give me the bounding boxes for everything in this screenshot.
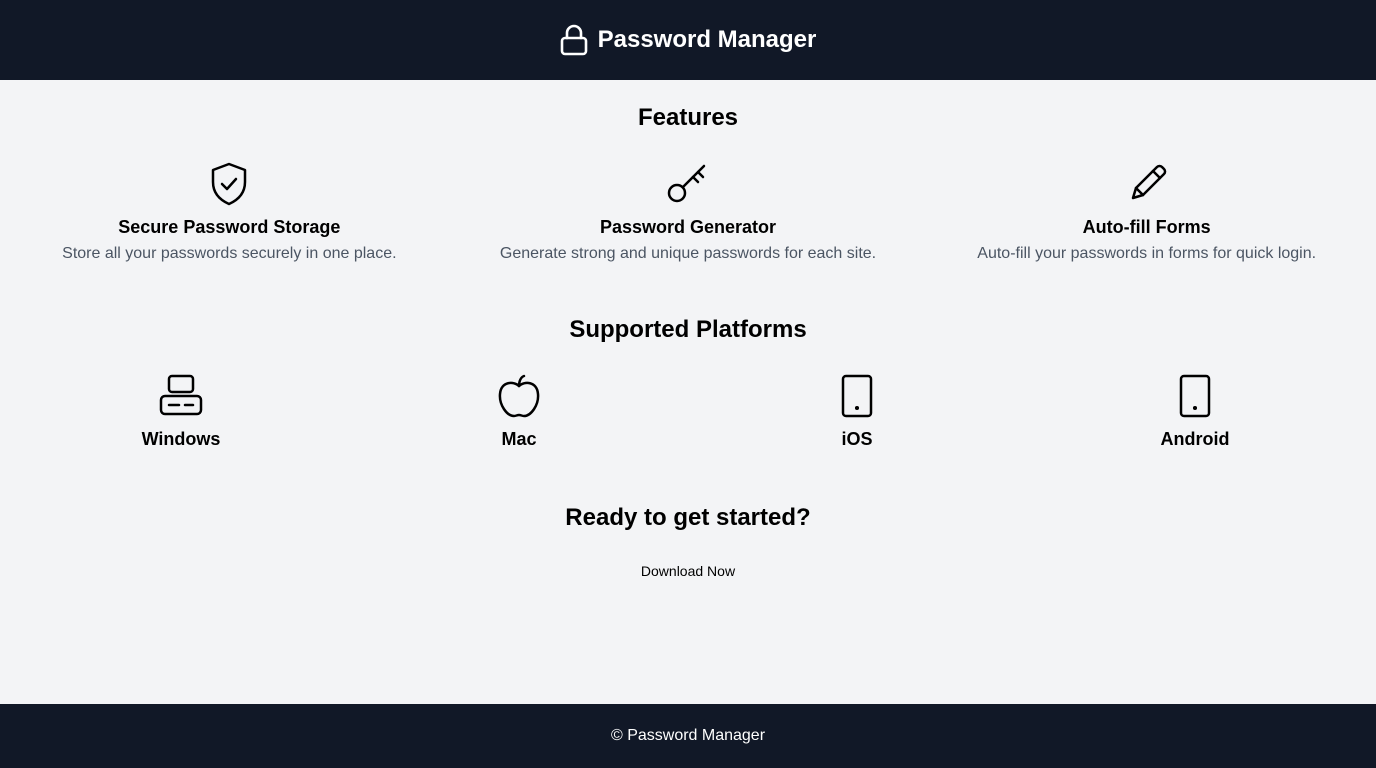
shield-check-icon: [205, 160, 253, 208]
phone-icon: [1171, 372, 1219, 420]
feature-description: Generate strong and unique passwords for…: [499, 245, 877, 262]
app-title: Password Manager: [597, 26, 817, 53]
features-heading: Features: [637, 104, 739, 131]
site-footer: © Password Manager: [0, 704, 1376, 768]
features-list: Secure Password Storage Store all your p…: [0, 160, 1376, 263]
platform-windows: Windows: [12, 372, 350, 450]
platform-ios: iOS: [688, 372, 1026, 450]
feature-password-generator: Password Generator Generate strong and u…: [459, 160, 918, 263]
platform-label: Windows: [141, 429, 221, 449]
platforms-heading: Supported Platforms: [569, 316, 807, 343]
footer-copyright: © Password Manager: [610, 727, 766, 744]
platform-mac: Mac: [350, 372, 688, 450]
feature-title: Secure Password Storage: [118, 217, 341, 237]
brand: Password Manager: [560, 24, 817, 56]
platform-label: Mac: [501, 429, 537, 449]
feature-title: Auto-fill Forms: [1082, 217, 1211, 237]
apple-icon: [495, 372, 543, 420]
feature-secure-storage: Secure Password Storage Store all your p…: [0, 160, 459, 263]
platforms-list: Windows Mac iOS Android: [12, 372, 1364, 450]
feature-description: Auto-fill your passwords in forms for qu…: [977, 245, 1317, 262]
platform-label: Android: [1160, 429, 1230, 449]
platform-android: Android: [1026, 372, 1364, 450]
site-header: Password Manager: [0, 0, 1376, 80]
download-now-button[interactable]: Download Now: [0, 563, 1376, 579]
feature-auto-fill: Auto-fill Forms Auto-fill your passwords…: [917, 160, 1376, 263]
feature-title: Password Generator: [599, 217, 777, 237]
computer-icon: [157, 372, 205, 420]
feature-description: Store all your passwords securely in one…: [62, 245, 397, 262]
lock-icon: [560, 24, 588, 56]
pencil-icon: [1123, 160, 1171, 208]
key-icon: [664, 160, 712, 208]
platform-label: iOS: [841, 429, 873, 449]
phone-icon: [833, 372, 881, 420]
cta-heading: Ready to get started?: [565, 504, 811, 531]
